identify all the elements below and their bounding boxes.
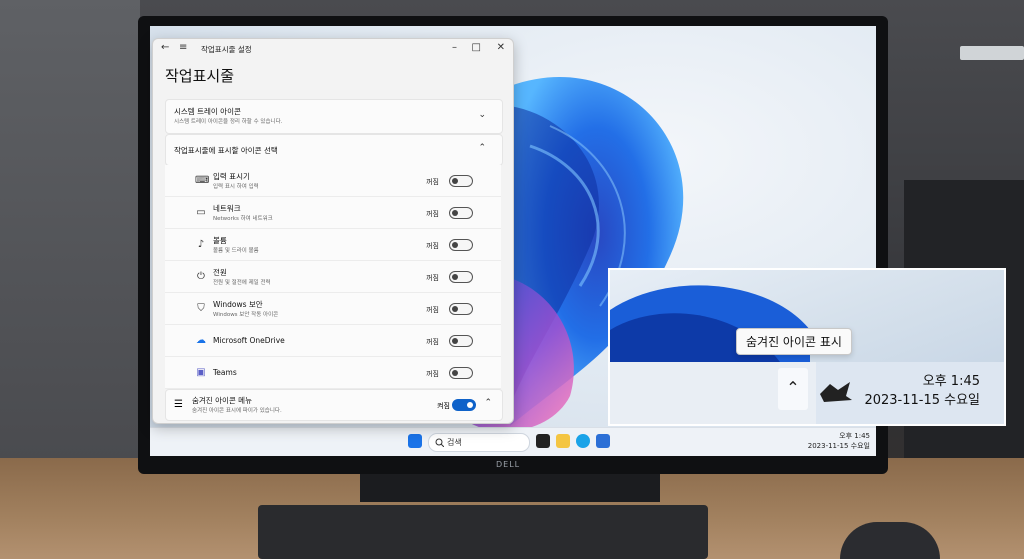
callout-time: 오후 1:45 — [922, 374, 980, 389]
select-icons-group[interactable]: 작업표시줄에 표시할 아이콘 선택 ⌃ — [165, 134, 503, 166]
hidden-menu-sub: 숨겨진 아이콘 표시에 파이가 있습니다. — [192, 408, 282, 414]
settings-window: ← ≡ 작업표시줄 설정 – □ ✕ 작업표시줄 시스템 트레이 아이콘 시스템… — [152, 38, 514, 424]
item-label: Microsoft OneDrive — [213, 336, 285, 345]
taskbar-date: 2023-11-15 수요일 — [807, 442, 870, 450]
item-label: 전원 — [213, 268, 227, 277]
item-state: 꺼짐 — [426, 178, 439, 186]
pet-icon — [820, 382, 852, 402]
toggle-switch[interactable] — [449, 303, 473, 315]
list-item: ⌨ 입력 표시기 입력 표시 하여 입력 꺼짐 — [165, 165, 501, 197]
item-state: 꺼짐 — [426, 242, 439, 250]
volume-icon: ♪ — [197, 239, 205, 250]
item-state: 꺼짐 — [426, 210, 439, 218]
keyboard-icon: ⌨ — [195, 175, 210, 186]
item-state: 꺼짐 — [426, 306, 439, 314]
item-sub: 전원 및 절전에 제일 전력 — [213, 280, 271, 286]
window-title: 작업표시줄 설정 — [201, 45, 252, 54]
callout-date: 2023-11-15 수요일 — [864, 393, 980, 408]
list-item: ▭ 네트워크 Networks 하여 네트워크 꺼짐 — [165, 197, 501, 229]
page-title: 작업표시줄 — [165, 67, 235, 85]
item-label: 볼륨 — [213, 236, 227, 245]
minimize-button[interactable]: – — [452, 42, 457, 53]
item-label: 네트워크 — [213, 204, 241, 213]
hidden-menu-icon: ☰ — [174, 399, 183, 410]
hidden-icon-menu-group[interactable]: ☰ 숨겨진 아이콘 메뉴 숨겨진 아이콘 표시에 파이가 있습니다. 켜짐 ⌃ — [165, 389, 503, 421]
item-label: Teams — [213, 368, 237, 377]
hidden-menu-state: 켜짐 — [437, 402, 450, 410]
task-view-icon[interactable] — [536, 434, 550, 448]
edge-icon[interactable] — [576, 434, 590, 448]
back-icon[interactable]: ← — [161, 42, 169, 53]
item-state: 꺼짐 — [426, 370, 439, 378]
zoom-callout: 숨겨진 아이콘 표시 ⌃ 오후 1:45 2023-11-15 수요일 — [608, 268, 1006, 426]
taskbar-clock[interactable]: 오후 1:45 2023-11-15 수요일 — [808, 431, 870, 451]
system-tray-group[interactable]: 시스템 트레이 아이콘 시스템 트레이 아이콘을 정리 하할 수 있습니다. ⌄ — [165, 99, 503, 134]
chevron-up-icon[interactable]: ⌃ — [778, 368, 808, 410]
list-item: ☁ Microsoft OneDrive 꺼짐 — [165, 325, 501, 357]
toggle-switch[interactable] — [449, 239, 473, 251]
select-icons-label: 작업표시줄에 표시할 아이콘 선택 — [174, 146, 278, 155]
toggle-switch[interactable] — [449, 367, 473, 379]
file-explorer-icon[interactable] — [556, 434, 570, 448]
teams-icon: ▣ — [196, 367, 206, 378]
toggle-switch[interactable] — [449, 335, 473, 347]
ceiling-light — [960, 46, 1024, 60]
shield-icon: ⛉ — [197, 303, 205, 314]
hidden-menu-toggle[interactable] — [452, 399, 476, 411]
title-bar: ← ≡ 작업표시줄 설정 – □ ✕ — [153, 39, 513, 59]
close-button[interactable]: ✕ — [497, 42, 505, 53]
network-icon: ▭ — [196, 207, 206, 218]
item-state: 꺼짐 — [426, 274, 439, 282]
system-tray-label: 시스템 트레이 아이콘 — [174, 107, 241, 116]
item-label: Windows 보안 — [213, 300, 263, 309]
chevron-down-icon[interactable]: ⌄ — [478, 110, 486, 120]
menu-icon[interactable]: ≡ — [179, 42, 187, 53]
item-sub: 볼륨 및 드라이 볼륨 — [213, 248, 259, 254]
monitor-logo: DELL — [496, 460, 521, 469]
item-sub: 입력 표시 하여 입력 — [213, 184, 259, 190]
list-item: ⛉ Windows 보안 Windows 보안 작동 아이콘 꺼짐 — [165, 293, 501, 325]
keyboard — [258, 505, 708, 559]
item-sub: Windows 보안 작동 아이콘 — [213, 312, 279, 318]
item-label: 입력 표시기 — [213, 172, 250, 181]
list-item: ♪ 볼륨 볼륨 및 드라이 볼륨 꺼짐 — [165, 229, 501, 261]
list-item: ⏻ 전원 전원 및 절전에 제일 전력 꺼짐 — [165, 261, 501, 293]
list-item: ▣ Teams 꺼짐 — [165, 357, 501, 389]
wall-panel — [0, 0, 140, 460]
search-icon — [435, 438, 444, 447]
chevron-up-icon[interactable]: ⌃ — [484, 398, 492, 408]
item-state: 꺼짐 — [426, 338, 439, 346]
system-tray-sub: 시스템 트레이 아이콘을 정리 하할 수 있습니다. — [174, 119, 283, 125]
callout-clock: 오후 1:45 2023-11-15 수요일 — [864, 372, 980, 410]
tooltip: 숨겨진 아이콘 표시 — [736, 328, 852, 355]
hidden-menu-label: 숨겨진 아이콘 메뉴 — [192, 396, 252, 405]
item-sub: Networks 하여 네트워크 — [213, 216, 273, 222]
toggle-switch[interactable] — [449, 207, 473, 219]
chevron-up-icon[interactable]: ⌃ — [478, 143, 486, 153]
cloud-icon: ☁ — [196, 335, 206, 346]
taskbar-search-label: 검색 — [447, 438, 462, 447]
start-icon[interactable] — [408, 434, 422, 448]
taskbar-time: 오후 1:45 — [839, 432, 870, 440]
toggle-switch[interactable] — [449, 271, 473, 283]
store-icon[interactable] — [596, 434, 610, 448]
monitor-stand — [360, 474, 660, 502]
taskbar-search[interactable]: 검색 — [428, 433, 530, 452]
power-icon: ⏻ — [197, 271, 205, 282]
taskbar: 검색 오후 1:45 2023-11-15 수요일 — [150, 427, 876, 456]
maximize-button[interactable]: □ — [472, 42, 481, 53]
toggle-switch[interactable] — [449, 175, 473, 187]
